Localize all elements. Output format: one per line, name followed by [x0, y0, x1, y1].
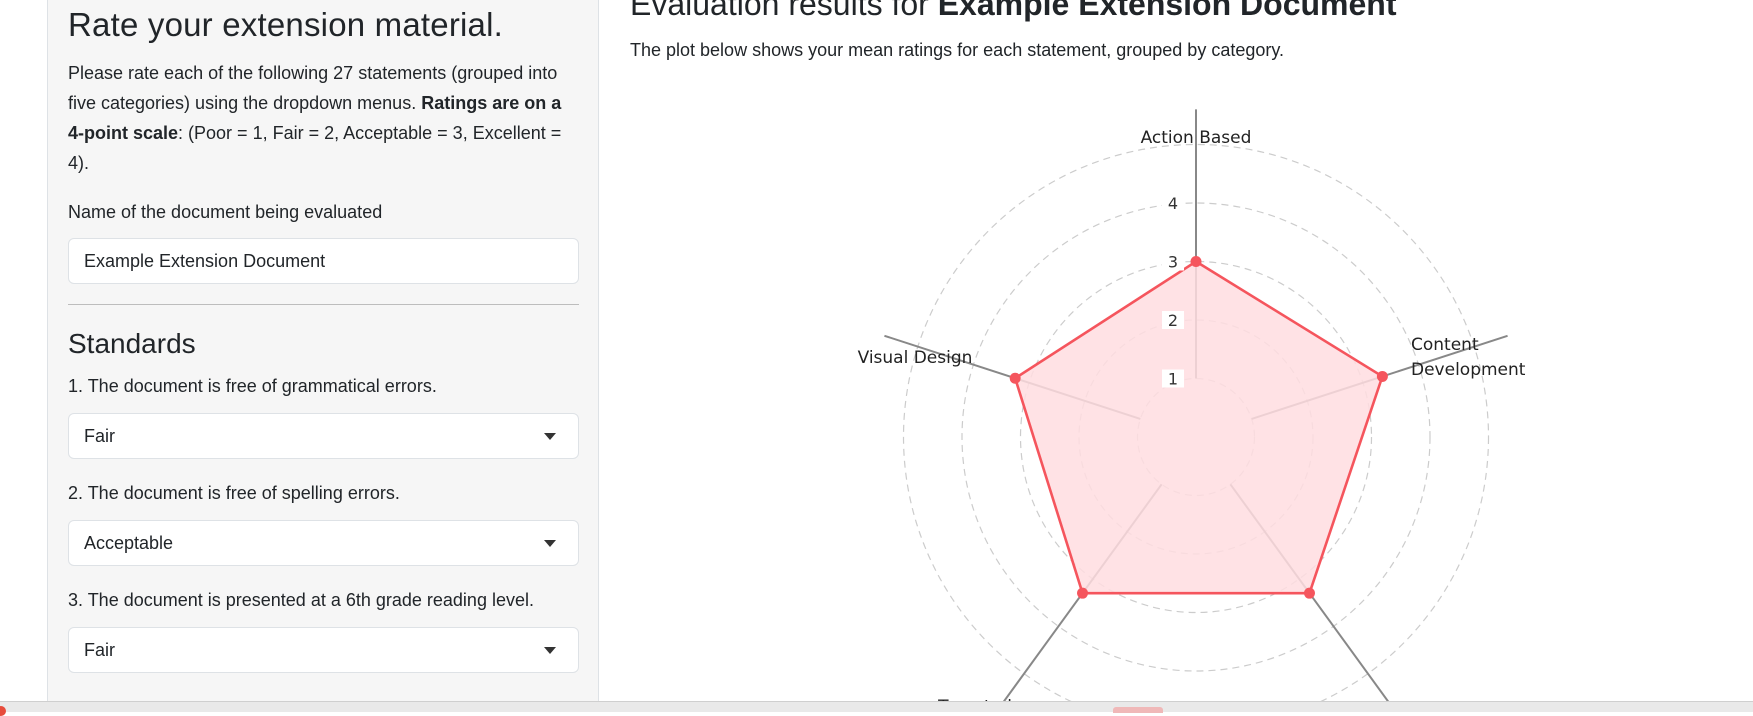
data-point-3	[1077, 587, 1089, 599]
radial-tick-label-2: 2	[1168, 311, 1178, 330]
question-3-select[interactable]: Fair	[68, 627, 579, 673]
sidebar-panel: Rate your extension material. Please rat…	[47, 0, 599, 701]
page-gutter	[0, 0, 48, 711]
radial-tick-label-3: 3	[1168, 253, 1178, 272]
instructions-text: Please rate each of the following 27 sta…	[68, 63, 562, 173]
chevron-down-icon	[544, 647, 556, 654]
document-name-input[interactable]	[68, 238, 579, 284]
question-3-selected: Fair	[84, 640, 115, 660]
bottom-bar	[0, 701, 1753, 716]
question-1-label: 1. The document is free of grammatical e…	[68, 376, 437, 396]
divider	[68, 304, 579, 305]
question-1-select[interactable]: Fair	[68, 413, 579, 459]
radial-tick-label-1: 1	[1168, 370, 1178, 389]
status-dot	[0, 706, 6, 716]
chevron-down-icon	[544, 433, 556, 440]
category-label-0: Action Based	[1141, 128, 1252, 148]
question-2-selected: Acceptable	[84, 533, 174, 553]
bottom-tab	[1113, 707, 1163, 713]
radial-tick-label-4: 4	[1168, 194, 1178, 213]
category-label-1: Content Development	[1411, 335, 1526, 380]
radar-chart: 1234Action BasedContentDevelopmentTarget…	[858, 109, 1526, 701]
section-title-standards: Standards	[68, 328, 196, 359]
data-point-0	[1190, 256, 1202, 267]
category-label-4: Visual Design	[858, 348, 973, 368]
main-panel: Evaluation results for Example Extension…	[630, 0, 1740, 701]
data-point-4	[1009, 372, 1021, 384]
question-3-label: 3. The document is presented at a 6th gr…	[68, 590, 534, 610]
question-1-selected: Fair	[84, 426, 115, 446]
data-point-1	[1376, 370, 1388, 382]
chevron-down-icon	[544, 540, 556, 547]
question-2-select[interactable]: Acceptable	[68, 520, 579, 566]
data-point-2	[1303, 587, 1315, 599]
document-name-label: Name of the document being evaluated	[68, 202, 383, 222]
question-2-label: 2. The document is free of spelling erro…	[68, 483, 400, 503]
sidebar-title: Rate your extension material.	[68, 6, 504, 43]
